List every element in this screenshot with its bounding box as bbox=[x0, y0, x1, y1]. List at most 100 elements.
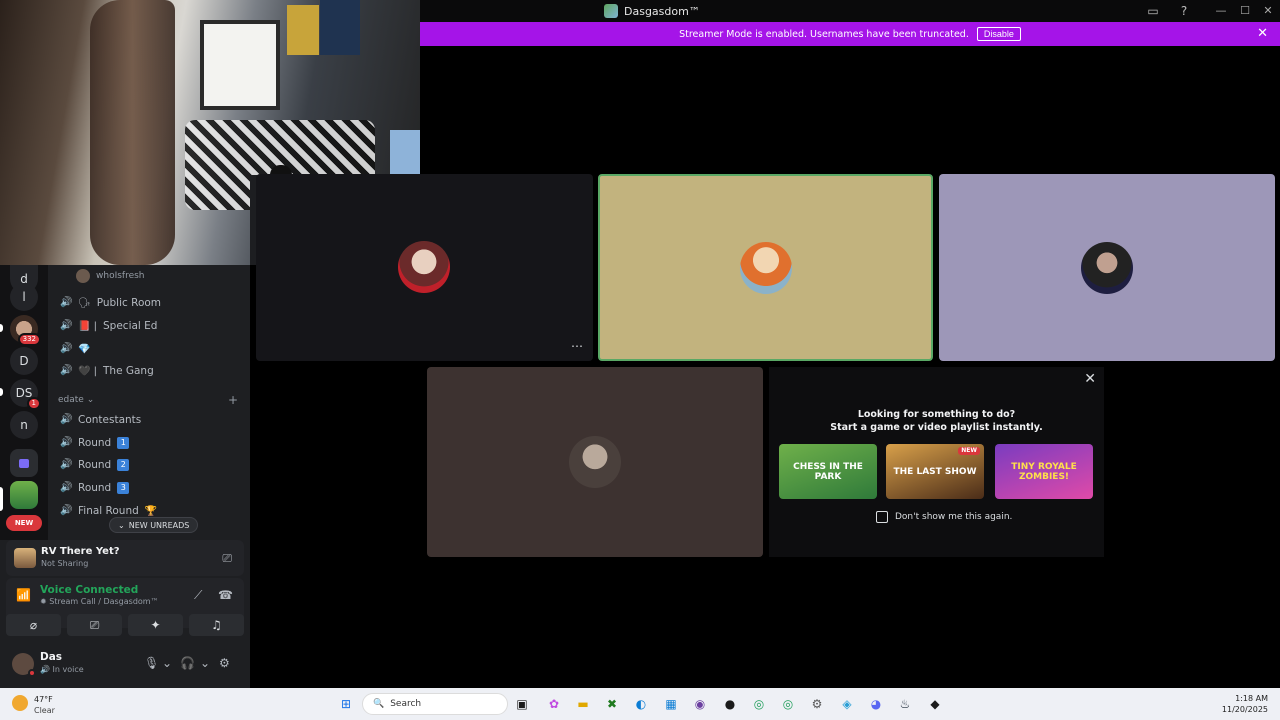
server-icon[interactable]: D bbox=[10, 347, 38, 375]
voice-channel[interactable]: 🔊 Round 3 bbox=[60, 479, 130, 497]
voice-status[interactable]: Voice Connected bbox=[40, 584, 138, 596]
copilot-icon[interactable]: ✿ bbox=[544, 694, 564, 714]
channel-list: whoIsfresh 🔊 🗣 Public Room 🔊 📕 | Special… bbox=[48, 265, 250, 540]
category-header[interactable]: edate ⌄ bbox=[58, 395, 94, 405]
participant-tile-speaking[interactable] bbox=[598, 174, 933, 361]
voice-channel[interactable]: 🔊 Round 1 bbox=[60, 434, 130, 452]
server-icon[interactable]: DS 1 bbox=[10, 379, 41, 410]
server-icon[interactable]: n bbox=[10, 411, 38, 439]
inbox-icon[interactable]: ▭ bbox=[1145, 3, 1161, 19]
participant-tile[interactable] bbox=[427, 367, 763, 557]
screen-share-button[interactable]: ⎚ bbox=[67, 614, 122, 636]
disable-streamer-mode-button[interactable]: Disable bbox=[976, 27, 1021, 41]
voice-channel[interactable]: 🔊 🗣 Public Room bbox=[60, 294, 161, 312]
camera-off-button[interactable]: ⌀ bbox=[6, 614, 61, 636]
voice-channel[interactable]: 🔊 💎 bbox=[60, 340, 96, 358]
share-screen-icon[interactable]: ⎚ bbox=[222, 551, 232, 566]
suggestion-heading: Looking for something to do? bbox=[857, 409, 1016, 420]
chevron-down-icon[interactable]: ⌄ bbox=[200, 656, 210, 670]
voice-location[interactable]: ✹ Stream Call / Dasgasdom™ bbox=[40, 597, 159, 606]
new-unreads-button[interactable]: ⌄ NEW UNREADS bbox=[109, 517, 199, 533]
system-clock[interactable]: 1:18 AM 11/20/2025 bbox=[1222, 693, 1268, 715]
server-icon[interactable] bbox=[10, 481, 38, 509]
chrome-icon[interactable]: ◎ bbox=[778, 694, 798, 714]
app-logo-icon bbox=[604, 4, 618, 18]
app-title-text: Dasgasdom™ bbox=[624, 4, 700, 18]
round-number-badge: 2 bbox=[117, 459, 130, 471]
close-banner-icon[interactable]: ✕ bbox=[1257, 26, 1268, 41]
help-icon[interactable]: ? bbox=[1176, 3, 1192, 19]
close-icon[interactable]: ✕ bbox=[1084, 371, 1096, 387]
activities-button[interactable]: ✦ bbox=[128, 614, 183, 636]
obs-icon[interactable]: ● bbox=[720, 694, 740, 714]
edge-icon[interactable]: ◐ bbox=[631, 694, 651, 714]
steam-icon[interactable]: ♨ bbox=[895, 694, 915, 714]
app-icon[interactable]: ◈ bbox=[837, 694, 857, 714]
minimize-button[interactable]: — bbox=[1209, 2, 1233, 20]
add-channel-icon[interactable]: + bbox=[228, 393, 238, 407]
participant-tile[interactable] bbox=[939, 174, 1275, 361]
username[interactable]: Das bbox=[40, 651, 62, 663]
close-window-button[interactable]: ✕ bbox=[1256, 2, 1280, 20]
streamer-mode-banner: Streamer Mode is enabled. Usernames have… bbox=[420, 22, 1280, 46]
participant-tile[interactable]: ⋯ bbox=[256, 174, 593, 361]
discord-icon[interactable]: ◕ bbox=[866, 694, 886, 714]
weather-icon bbox=[12, 695, 28, 711]
store-icon[interactable]: ▦ bbox=[661, 694, 681, 714]
suggestion-subheading: Start a game or video playlist instantly… bbox=[830, 422, 1043, 433]
chevron-down-icon[interactable]: ⌄ bbox=[162, 656, 172, 670]
game-card[interactable]: THE LAST SHOW NEW bbox=[886, 444, 984, 499]
checkbox-label[interactable]: Don't show me this again. bbox=[895, 512, 1012, 522]
file-explorer-icon[interactable]: ▬ bbox=[573, 694, 593, 714]
voice-participant[interactable]: whoIsfresh bbox=[76, 269, 145, 283]
folder-icon[interactable] bbox=[10, 449, 38, 477]
dont-show-checkbox[interactable] bbox=[876, 511, 888, 523]
taskbar: 47°F Clear ⊞ 🔍 Search ▣ ✿ ▬ ✖ ◐ ▦ ◉ ● ◎ … bbox=[0, 688, 1280, 720]
settings-icon[interactable]: ⚙ bbox=[807, 694, 827, 714]
selected-pill bbox=[0, 487, 3, 511]
search-icon: 🔍 bbox=[373, 699, 385, 709]
server-icon[interactable]: 332 bbox=[10, 315, 41, 346]
speaker-icon: 🔊 bbox=[60, 505, 73, 516]
noise-suppression-icon[interactable]: ⟋ bbox=[194, 588, 202, 603]
activity-title: RV There Yet? bbox=[41, 546, 120, 557]
disconnect-icon[interactable]: ☎ bbox=[218, 588, 233, 602]
unread-pill bbox=[0, 388, 3, 396]
avatar bbox=[569, 436, 621, 488]
new-server-badge[interactable]: NEW bbox=[6, 515, 42, 531]
microphone-icon[interactable]: 🎙 bbox=[144, 656, 159, 670]
voice-channel[interactable]: 🔊 📕 | Special Ed bbox=[60, 317, 157, 335]
soundboard-button[interactable]: ♫ bbox=[189, 614, 244, 636]
user-bar: Das 🔊 In voice 🎙 ⌄ 🎧 ⌄ ⚙ bbox=[6, 646, 244, 682]
speaker-icon: 🔊 bbox=[60, 414, 73, 425]
chevron-down-icon: ⌄ bbox=[118, 520, 125, 530]
app-icon[interactable]: ◉ bbox=[690, 694, 710, 714]
voice-controls: ⌀ ⎚ ✦ ♫ bbox=[6, 614, 244, 636]
speaker-icon: 🔊 bbox=[60, 459, 73, 470]
voice-channel[interactable]: 🔊 🖤 | The Gang bbox=[60, 362, 154, 380]
more-options-icon[interactable]: ⋯ bbox=[571, 339, 583, 353]
game-card[interactable]: TINY ROYALE ZOMBIES! bbox=[995, 444, 1093, 499]
start-icon[interactable]: ⊞ bbox=[336, 694, 356, 714]
voice-channel[interactable]: 🔊 Contestants bbox=[60, 411, 141, 429]
maximize-button[interactable]: ☐ bbox=[1233, 2, 1257, 20]
headphones-icon[interactable]: 🎧 bbox=[180, 656, 195, 670]
server-icon[interactable]: l bbox=[10, 283, 38, 311]
chrome-icon[interactable]: ◎ bbox=[749, 694, 769, 714]
status-dot bbox=[28, 669, 36, 677]
game-card[interactable]: CHESS IN THE PARK bbox=[779, 444, 877, 499]
gear-icon[interactable]: ⚙ bbox=[219, 656, 230, 670]
activity-card[interactable]: RV There Yet? Not Sharing ⎚ bbox=[6, 540, 244, 576]
xbox-icon[interactable]: ✖ bbox=[602, 694, 622, 714]
voice-channel[interactable]: 🔊 Round 2 bbox=[60, 456, 130, 474]
signal-icon[interactable]: 📶 bbox=[16, 588, 31, 602]
epic-games-icon[interactable]: ◆ bbox=[925, 694, 945, 714]
ping-badge: 1 bbox=[26, 397, 41, 410]
activity-suggestion-panel: ✕ Looking for something to do? Start a g… bbox=[769, 367, 1104, 557]
task-view-icon[interactable]: ▣ bbox=[512, 694, 532, 714]
game-thumbnail bbox=[14, 548, 36, 568]
speaker-icon: 🔊 bbox=[60, 320, 73, 331]
avatar bbox=[1081, 241, 1133, 294]
webcam-arm bbox=[90, 0, 175, 265]
search-box[interactable]: 🔍 Search bbox=[362, 693, 508, 715]
